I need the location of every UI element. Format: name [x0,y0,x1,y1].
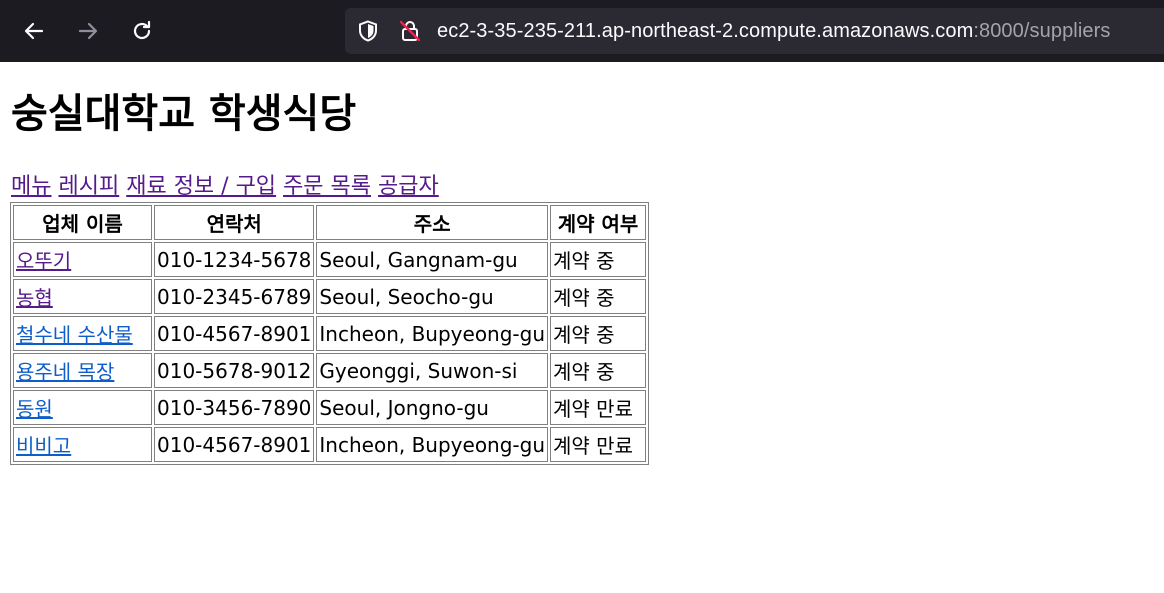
reload-button[interactable] [124,13,160,49]
cell-contact: 010-4567-8901 [154,427,315,462]
suppliers-table: 업체 이름 연락처 주소 계약 여부 오뚜기 010-1234-5678 Seoul… [10,202,650,465]
header-supplier-name: 업체 이름 [13,205,152,240]
cell-supplier-name: 철수네 수산물 [13,316,152,351]
cell-contract-status: 계약 중 [550,316,647,351]
page-title: 숭실대학교 학생식당 [11,91,357,137]
cell-contract-status: 계약 중 [550,353,647,388]
cell-supplier-name: 동원 [13,390,152,425]
cell-contact: 010-3456-7890 [154,390,315,425]
page-content: 숭실대학교 학생식당 메뉴 레시피 재료 정보 / 구입 주문 목록 공급자 업체 이름… [0,62,1164,593]
cell-address: Incheon, Bupyeong-gu [316,316,549,351]
cell-address: Incheon, Bupyeong-gu [316,427,549,462]
cell-supplier-name: 비비고 [13,427,152,462]
table-row: 동원 010-3456-7890 Seoul, Jongno-gu 계약 만료 [13,390,647,425]
browser-toolbar: ec2-3-35-235-211.ap-northeast-2.compute.… [0,0,1164,62]
cell-address: Seoul, Seocho-gu [316,279,549,314]
url-path: :8000/suppliers [973,20,1111,42]
nav-link-suppliers[interactable]: 공급자 [378,174,439,199]
nav-link-menu[interactable]: 메뉴 [11,174,51,199]
reload-icon [133,20,151,40]
cell-address: Gyeonggi, Suwon-si [316,353,549,388]
cell-address: Seoul, Gangnam-gu [316,242,549,277]
cell-contact: 010-1234-5678 [154,242,315,277]
arrow-left-icon [24,22,44,40]
cell-supplier-name: 농협 [13,279,152,314]
arrow-right-icon [78,22,98,40]
supplier-link[interactable]: 동원 [16,397,53,421]
header-contact: 연락처 [154,205,315,240]
table-header-row: 업체 이름 연락처 주소 계약 여부 [13,205,647,240]
supplier-link[interactable]: 용주네 목장 [16,360,114,384]
header-contract-status: 계약 여부 [550,205,647,240]
cell-contract-status: 계약 중 [550,279,647,314]
supplier-link[interactable]: 철수네 수산물 [16,323,133,347]
table-row: 용주네 목장 010-5678-9012 Gyeonggi, Suwon-si 계약 … [13,353,647,388]
cell-contract-status: 계약 중 [550,242,647,277]
shield-icon[interactable] [356,19,380,43]
cell-contact: 010-4567-8901 [154,316,315,351]
cell-contact: 010-2345-6789 [154,279,315,314]
forward-button[interactable] [70,13,106,49]
nav-link-recipe[interactable]: 레시피 [58,174,119,199]
cell-contract-status: 계약 만료 [550,390,647,425]
table-row: 비비고 010-4567-8901 Incheon, Bupyeong-gu 계약 만… [13,427,647,462]
cell-contact: 010-5678-9012 [154,353,315,388]
table-row: 오뚜기 010-1234-5678 Seoul, Gangnam-gu 계약 중 [13,242,647,277]
url-text[interactable]: ec2-3-35-235-211.ap-northeast-2.compute.… [437,20,1110,43]
address-bar[interactable]: ec2-3-35-235-211.ap-northeast-2.compute.… [345,8,1164,54]
supplier-link[interactable]: 오뚜기 [16,249,71,273]
back-button[interactable] [16,13,52,49]
supplier-link[interactable]: 비비고 [16,434,71,458]
cell-address: Seoul, Jongno-gu [316,390,549,425]
url-host: ec2-3-35-235-211.ap-northeast-2.compute.… [437,20,974,42]
cell-supplier-name: 용주네 목장 [13,353,152,388]
nav-link-ingredients[interactable]: 재료 정보 / 구입 [126,174,276,199]
nav-link-orders[interactable]: 주문 목록 [283,174,371,199]
supplier-link[interactable]: 농협 [16,286,53,310]
table-row: 철수네 수산물 010-4567-8901 Incheon, Bupyeong-gu… [13,316,647,351]
cell-contract-status: 계약 만료 [550,427,647,462]
table-row: 농협 010-2345-6789 Seoul, Seocho-gu 계약 중 [13,279,647,314]
cell-supplier-name: 오뚜기 [13,242,152,277]
insecure-lock-icon[interactable] [398,19,422,43]
site-nav: 메뉴 레시피 재료 정보 / 구입 주문 목록 공급자 [11,174,446,200]
header-address: 주소 [316,205,549,240]
